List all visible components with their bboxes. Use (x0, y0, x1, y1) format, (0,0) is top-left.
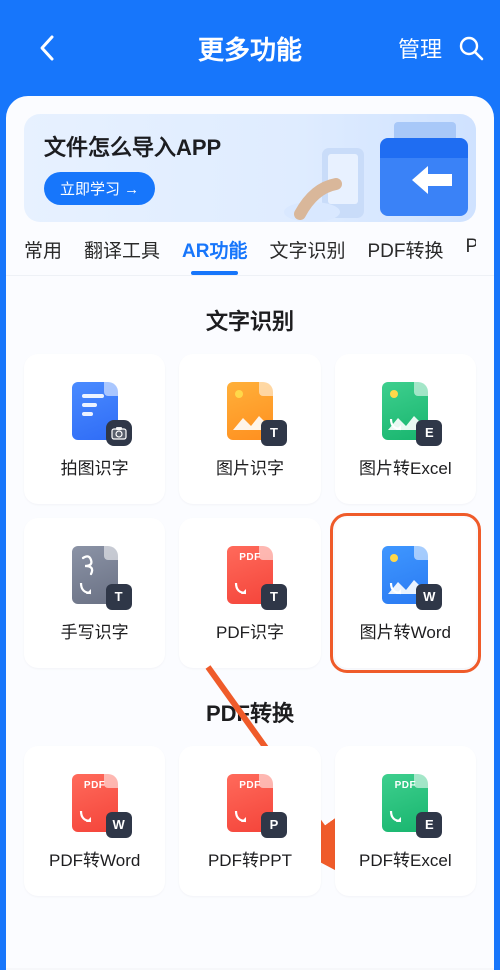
tab-ar[interactable]: AR功能 (182, 236, 247, 275)
camera-ocr[interactable]: 拍图识字 (24, 354, 165, 504)
category-tabs: 常用 翻译工具 AR功能 文字识别 PDF转换 PI (6, 222, 494, 276)
tab-translate[interactable]: 翻译工具 (84, 236, 160, 275)
pdf-ocr[interactable]: PDF T PDF识字 (179, 518, 320, 668)
card-label: 手写识字 (61, 618, 129, 643)
pdf-ppt-icon: PDF P (219, 772, 281, 834)
header-actions: 管理 (398, 32, 486, 64)
tab-ocr[interactable]: 文字识别 (269, 236, 345, 275)
pdf-to-excel[interactable]: PDF E PDF转Excel (335, 746, 476, 896)
pdf-to-ppt[interactable]: PDF P PDF转PPT (179, 746, 320, 896)
image-word-icon: W (374, 544, 436, 606)
image-to-excel[interactable]: E 图片转Excel (335, 354, 476, 504)
top-bar: 更多功能 管理 (0, 0, 500, 96)
chevron-left-icon (38, 34, 58, 62)
handwriting-ocr[interactable]: T 手写识字 (24, 518, 165, 668)
tab-common[interactable]: 常用 (24, 236, 62, 275)
image-text-icon: T (219, 380, 281, 442)
card-label: PDF转PPT (208, 846, 292, 871)
back-button[interactable] (24, 24, 72, 72)
section-title-pdf: PDF转换 (6, 696, 494, 728)
main-panel: 文件怎么导入APP 立即学习 → 常用 翻译工具 AR功能 文字识别 PDF转换… (6, 96, 494, 970)
pdf-excel-icon: PDF E (374, 772, 436, 834)
section-title-ocr: 文字识别 (6, 304, 494, 336)
search-button[interactable] (456, 33, 486, 63)
ocr-grid: 拍图识字 T 图片识字 E 图片转Excel (6, 354, 494, 668)
image-ocr[interactable]: T 图片识字 (179, 354, 320, 504)
card-label: PDF识字 (216, 618, 284, 643)
banner-learn-button[interactable]: 立即学习 → (44, 172, 155, 205)
tab-more[interactable]: PI (466, 236, 476, 275)
banner-button-label: 立即学习 → (60, 178, 139, 199)
card-label: 图片转Word (360, 618, 451, 643)
search-icon (458, 35, 484, 61)
card-label: 图片转Excel (359, 454, 452, 479)
tab-pdf[interactable]: PDF转换 (368, 236, 444, 275)
card-label: 拍图识字 (61, 454, 129, 479)
image-excel-icon: E (374, 380, 436, 442)
import-banner[interactable]: 文件怎么导入APP 立即学习 → (24, 114, 476, 222)
folder-illustration-icon (276, 114, 476, 222)
document-camera-icon (64, 380, 126, 442)
image-to-word[interactable]: W 图片转Word (335, 518, 476, 668)
card-label: PDF转Excel (359, 846, 452, 871)
handwriting-icon: T (64, 544, 126, 606)
card-label: PDF转Word (49, 846, 140, 871)
pdf-word-icon: PDF W (64, 772, 126, 834)
card-label: 图片识字 (216, 454, 284, 479)
pdf-grid: PDF W PDF转Word PDF P PDF转PPT PDF (6, 746, 494, 896)
manage-button[interactable]: 管理 (398, 32, 442, 64)
pdf-to-word[interactable]: PDF W PDF转Word (24, 746, 165, 896)
pdf-text-icon: PDF T (219, 544, 281, 606)
